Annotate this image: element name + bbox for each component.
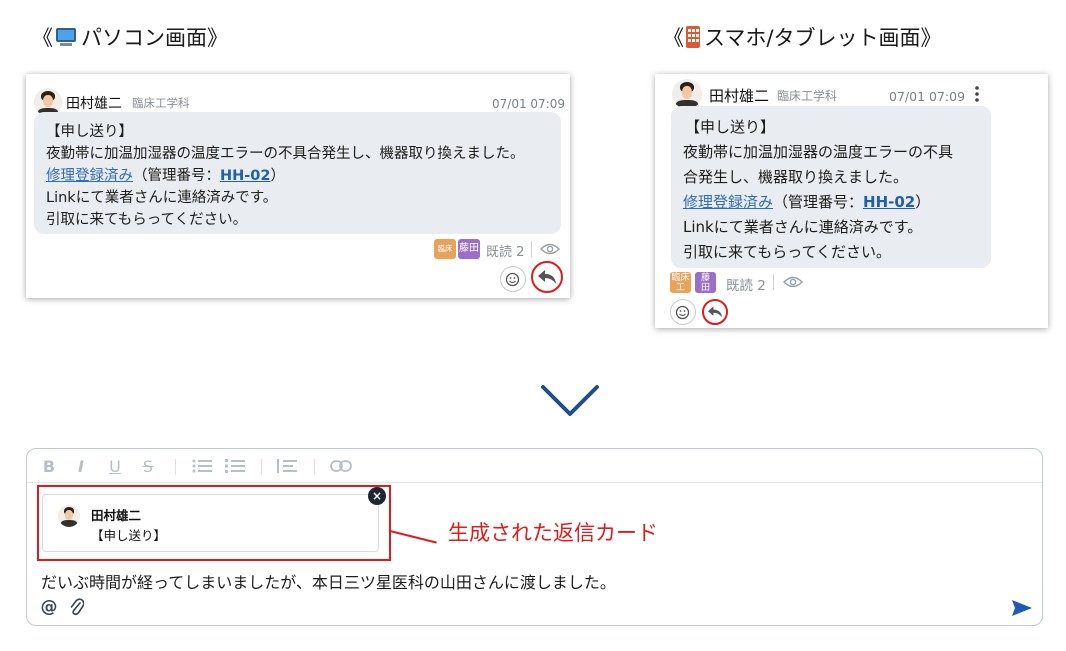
reader-avatar[interactable]: 藤 田 — [695, 272, 716, 293]
reply-arrow-icon[interactable] — [705, 302, 725, 322]
sender-name[interactable]: 田村雄二 — [66, 93, 122, 113]
heading-close-bracket: 》 — [920, 26, 942, 50]
message-bubble: 【申し送り】 夜勤帯に加温加湿器の温度エラーの不具合発生し、機器取り換えました。… — [34, 112, 561, 234]
reader-avatar[interactable]: 臨床 工 — [670, 272, 691, 293]
reader-label-line: 工 — [675, 283, 685, 293]
mobile-phone-emoji-icon — [686, 26, 700, 48]
reply-arrow-icon[interactable] — [535, 265, 559, 289]
reader-avatar[interactable]: 臨床工 — [434, 239, 456, 259]
pc-screen-heading: 《 パソコン画面 》 — [32, 22, 228, 52]
close-icon[interactable]: × — [368, 487, 386, 505]
message-line: Linkにて業者さんに連絡済みです。 — [683, 218, 923, 236]
heading-close-bracket: 》 — [207, 26, 228, 50]
reply-card-sender: 田村雄二 — [91, 508, 142, 523]
heading-open-bracket: 《 — [32, 26, 53, 50]
message-line: 修理登録済み（管理番号：HH-02） — [683, 191, 930, 212]
message-line: 【申し送り】 — [46, 124, 133, 140]
message-line: 夜勤帯に加温加湿器の温度エラーの不具合発生し、機器取り換えました。 — [46, 146, 525, 162]
read-count[interactable]: 既読 2 — [486, 241, 524, 260]
message-bubble: 【申し送り】 夜勤帯に加温加湿器の温度エラーの不具 合発生し、機器取り換えました… — [671, 106, 991, 268]
pc-heading-label: パソコン画面 — [81, 26, 207, 50]
heading-open-bracket: 《 — [663, 26, 684, 50]
paren-close: ） — [915, 193, 931, 211]
reply-card-snippet: 【申し送り】 — [91, 528, 167, 543]
toolbar-divider — [175, 459, 176, 475]
quote-icon[interactable] — [277, 457, 297, 475]
callout-label: 生成された返信カード — [448, 521, 658, 545]
emoji-add-icon[interactable] — [500, 266, 526, 292]
sender-department: 臨床工学科 — [777, 89, 838, 103]
read-count[interactable]: 既読 2 — [726, 274, 766, 294]
divider — [773, 274, 774, 290]
toolbar-divider — [314, 459, 315, 475]
message-line: 合発生し、機器取り換えました。 — [683, 168, 909, 186]
repair-registered-link[interactable]: 修理登録済み — [46, 168, 133, 184]
mobile-screen-heading: 《 スマホ/タブレット画面 》 — [663, 22, 941, 52]
formatting-toolbar: B I U S — [27, 449, 1042, 483]
paren-close: ） — [270, 168, 285, 184]
management-number-link[interactable]: HH-02 — [220, 168, 270, 184]
eye-icon[interactable] — [781, 273, 805, 291]
message-timestamp: 07/01 07:09 — [492, 97, 565, 111]
link-icon[interactable] — [329, 457, 353, 475]
avatar — [672, 79, 702, 109]
strikethrough-button[interactable]: S — [140, 457, 156, 476]
avatar — [58, 505, 80, 527]
message-line: 【申し送り】 — [685, 118, 776, 136]
chevron-down-icon — [540, 384, 600, 418]
mention-icon[interactable]: @ — [39, 597, 59, 617]
computer-emoji-icon — [55, 28, 77, 46]
message-line: 夜勤帯に加温加湿器の温度エラーの不具 — [683, 143, 954, 161]
mobile-heading-label: スマホ/タブレット画面 — [704, 26, 921, 50]
bullet-list-icon[interactable] — [192, 457, 212, 475]
repair-registered-link[interactable]: 修理登録済み — [683, 193, 773, 211]
pc-message-card: 田村雄二 臨床工学科 07/01 07:09 【申し送り】 夜勤帯に加温加湿器の… — [26, 74, 570, 298]
management-number-link[interactable]: HH-02 — [863, 193, 915, 211]
message-line: 引取に来てもらってください。 — [683, 243, 892, 261]
management-number-label: （管理番号： — [773, 193, 864, 211]
sender-department: 臨床工学科 — [132, 96, 190, 110]
reply-card[interactable]: 田村雄二 【申し送り】 — [42, 494, 379, 552]
mobile-message-card: 田村雄二 臨床工学科 07/01 07:09 【申し送り】 夜勤帯に加温加湿器の… — [655, 74, 1048, 328]
message-line: Linkにて業者さんに連絡済みです。 — [46, 190, 278, 206]
reader-avatar[interactable]: 藤田 — [458, 239, 480, 259]
more-vertical-icon[interactable] — [970, 84, 984, 104]
message-timestamp: 07/01 07:09 — [889, 89, 966, 104]
emoji-add-icon[interactable] — [670, 299, 696, 325]
toolbar-divider — [261, 459, 262, 475]
reader-label-line: 田 — [700, 283, 710, 293]
reader-label-line: 臨床 — [671, 273, 690, 283]
underline-button[interactable]: U — [107, 457, 123, 476]
divider — [531, 241, 532, 257]
reader-label-line: 藤 — [700, 273, 710, 283]
management-number-label: （管理番号： — [133, 168, 220, 184]
message-line: 引取に来てもらってください。 — [46, 212, 248, 228]
message-line: 修理登録済み（管理番号：HH-02） — [46, 164, 285, 185]
italic-button[interactable]: I — [73, 457, 89, 476]
eye-icon[interactable] — [538, 240, 562, 258]
send-icon[interactable] — [1010, 597, 1034, 619]
message-input[interactable]: だいぶ時間が経ってしまいましたが、本日三ツ星医科の山田さんに渡しました。 — [41, 569, 616, 593]
bold-button[interactable]: B — [41, 457, 57, 476]
paperclip-icon[interactable] — [67, 597, 87, 617]
numbered-list-icon[interactable] — [225, 457, 245, 475]
sender-name[interactable]: 田村雄二 — [709, 85, 769, 106]
